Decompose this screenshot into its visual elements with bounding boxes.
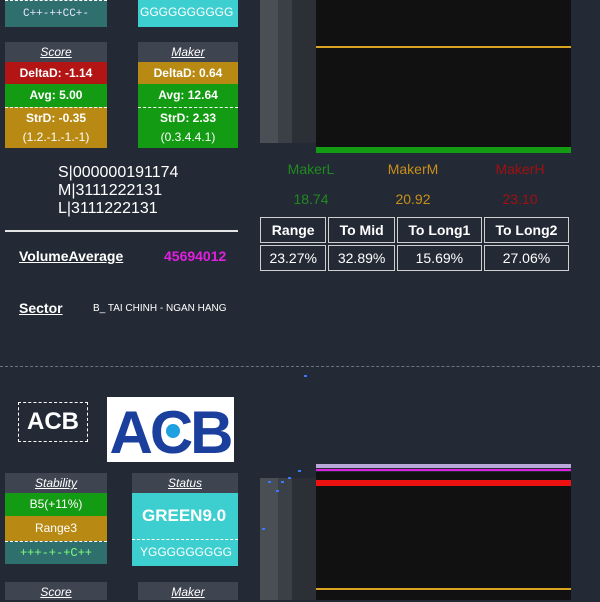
sector-label: Sector [19,300,63,316]
bottom-chart-magenta-line [316,469,571,471]
stats-value-range: 23.27% [260,245,327,271]
stability-header: Stability [5,473,107,493]
stats-value-to-long2: 27.06% [483,245,569,271]
maker-tile: Maker DeltaD: 0.64 Avg: 12.64 StrD: 2.33… [138,42,238,148]
bottom-chart-gold-line [316,588,571,590]
ticker-box[interactable]: ACB [18,402,88,442]
stats-value-to-long1: 15.69% [396,245,482,271]
score-tile: Score DeltaD: -1.14 Avg: 5.00 StrD: -0.3… [5,42,107,148]
maker-avg: Avg: 12.64 [138,84,238,107]
bottom-price-strip-2 [278,478,292,600]
status-header: Status [132,473,238,493]
maker-deltad: DeltaD: 0.64 [138,62,238,84]
ticker-symbol: ACB [27,408,79,435]
code-s: S|000000191174 [58,164,179,181]
maker-header: Maker [138,42,238,62]
maker-m-value: 20.92 [395,191,431,207]
dot-1 [298,470,301,472]
section-rule [5,230,238,232]
stray-dot [304,375,307,377]
stability-strip-bottom: +++-+-+C++ [5,541,107,564]
price-strip-3 [292,0,316,143]
maker-h-label: MakerH [495,161,545,177]
logo-graphic: ACB [110,399,235,462]
bottom-chart-area [316,472,571,600]
stats-header-row: Range To Mid To Long1 To Long2 [260,217,569,243]
bottom-price-strip-1 [260,478,278,600]
stats-header-range: Range [260,217,327,243]
code-l: L|3111222131 [58,200,158,217]
code-m: M|3111222131 [58,182,163,199]
stats-value-row: 23.27% 32.89% 15.69% 27.06% [260,245,569,271]
bottom-chart-red-bar [316,480,571,486]
bottom-chart-lavender-band [316,464,571,468]
stats-header-to-long1: To Long1 [396,217,482,243]
stats-header-to-mid: To Mid [328,217,395,243]
logo-dot [166,424,180,438]
score-deltad: DeltaD: -1.14 [5,62,107,84]
stability-value: B5(+11%) [5,493,107,516]
status-tile: Status GREEN9.0 YGGGGGGGGG [132,473,238,566]
maker-h-value: 23.10 [502,191,538,207]
bottom-maker-header: Maker [138,582,238,600]
status-value: GREEN9.0 [132,493,238,539]
stats-value-to-mid: 32.89% [328,245,395,271]
top-chart-green-bar [316,147,571,153]
score-strd-detail: (1.2.-1.-1.-1) [5,128,107,148]
maker-strd: StrD: 2.33 [138,107,238,128]
price-strip-2 [278,0,292,143]
dot-2 [268,481,271,483]
stability-strip-text: C++-++CC+- [22,8,89,20]
sector-value: B_ TAI CHINH - NGAN HANG [93,303,227,314]
stats-header-to-long2: To Long2 [483,217,569,243]
company-logo: ACB [107,397,234,462]
price-strip-1 [260,0,278,143]
bottom-price-strip-3 [292,478,316,600]
volume-average-label: VolumeAverage [19,248,124,264]
top-chart-gold-line [316,46,571,48]
status-strip-text: GGGGGGGGGG [140,5,234,19]
stats-table: Range To Mid To Long1 To Long2 23.27% 32… [258,215,571,273]
maker-m-label: MakerM [387,161,439,177]
bottom-score-header: Score [5,582,107,600]
maker-l-label: MakerL [287,161,335,177]
score-strd: StrD: -0.35 [5,107,107,128]
maker-l-value: 18.74 [293,191,329,207]
maker-strd-detail: (0.3.4.4.1) [138,128,238,148]
stability-strip: C++-++CC+- [5,0,107,27]
stability-tile: Stability B5(+11%) Range3 +++-+-+C++ [5,473,107,565]
dot-5 [276,490,279,492]
score-avg: Avg: 5.00 [5,84,107,107]
dot-6 [262,528,265,530]
status-strip: GGGGGGGGGG [138,0,238,27]
volume-average-value: 45694012 [164,248,227,264]
status-strip-bottom: YGGGGGGGGG [132,539,238,566]
stability-range: Range3 [5,516,107,541]
dot-3 [281,481,284,483]
top-chart-area [316,0,571,147]
score-header: Score [5,42,107,62]
code-list: S|000000191174 M|3111222131 L|3111222131 [58,164,248,218]
dot-4 [288,477,291,479]
section-divider [0,366,600,367]
